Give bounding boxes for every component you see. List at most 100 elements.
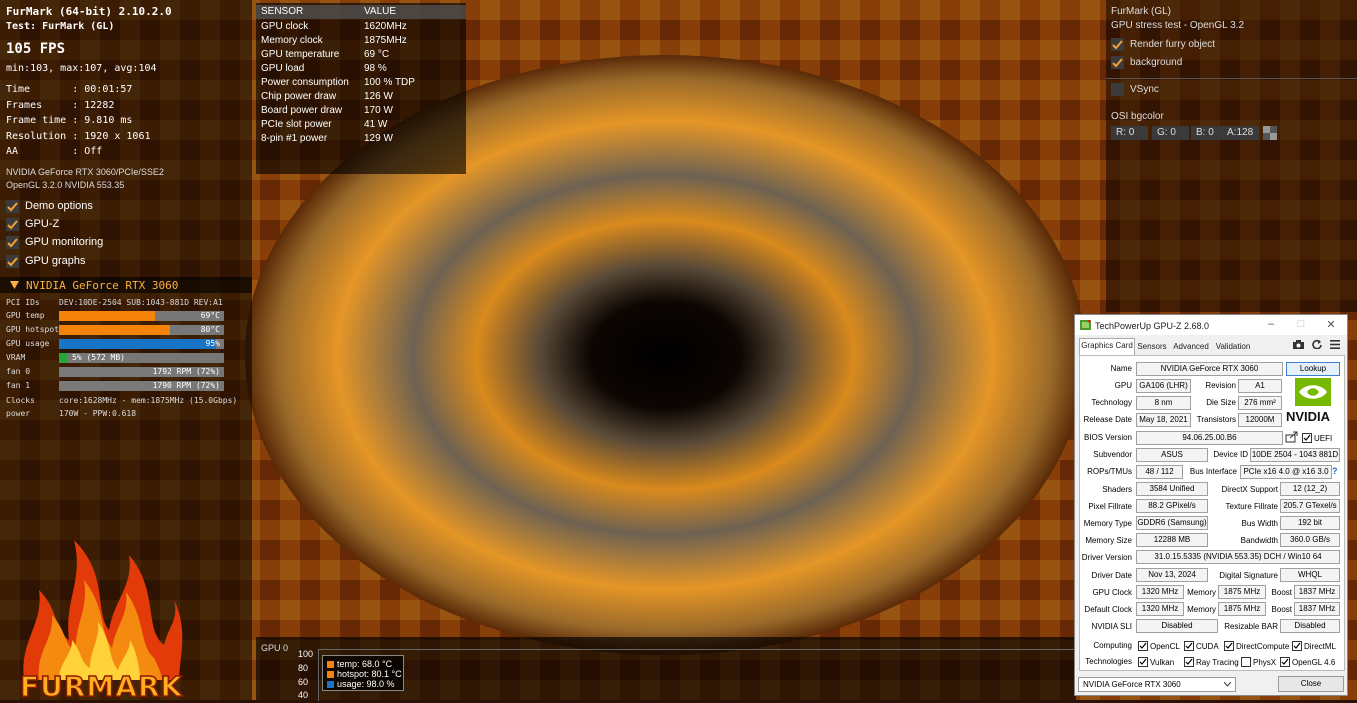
bus-interface-field[interactable]: PCIe x16 4.0 @ x16 3.0 — [1240, 465, 1332, 479]
checkbox-checked-icon[interactable] — [1292, 641, 1302, 651]
memory-clock-field[interactable]: 1875 MHz — [1218, 585, 1266, 599]
menu-icon[interactable] — [1330, 340, 1340, 349]
camera-icon[interactable] — [1293, 340, 1304, 349]
directx-field[interactable]: 12 (12_2) — [1280, 482, 1340, 496]
help-icon[interactable]: ? — [1332, 466, 1338, 476]
table-row: GPU load 98 % — [256, 62, 466, 76]
computing-directcompute[interactable]: DirectCompute — [1224, 641, 1289, 651]
chevron-down-icon[interactable] — [1224, 682, 1231, 687]
checkbox-unchecked-icon[interactable] — [1241, 657, 1251, 667]
pixel-fillrate-field[interactable]: 88.2 GPixel/s — [1136, 499, 1208, 513]
texture-fillrate-field[interactable]: 205.7 GTexel/s — [1280, 499, 1340, 513]
name-label: Name — [1110, 364, 1132, 373]
option-gpu-monitoring[interactable]: GPU monitoring — [6, 234, 103, 250]
bar-label: fan 0 — [6, 367, 31, 376]
close-icon[interactable]: ✕ — [1321, 318, 1341, 332]
checkbox-checked-icon[interactable] — [6, 235, 19, 249]
uefi-checkbox[interactable]: UEFI — [1302, 433, 1332, 443]
technology-vulkan[interactable]: Vulkan — [1138, 657, 1174, 667]
checkbox-checked-icon[interactable] — [1302, 433, 1312, 443]
gpu-clock-label: GPU Clock — [1092, 588, 1132, 597]
technology-field[interactable]: 8 nm — [1136, 396, 1191, 410]
computing-cuda[interactable]: CUDA — [1184, 641, 1219, 651]
subvendor-field[interactable]: ASUS — [1136, 448, 1208, 462]
gpuz-graphics-card-panel: Name NVIDIA GeForce RTX 3060 Lookup GPU … — [1079, 355, 1345, 671]
gpuz-titlebar[interactable]: TechPowerUp GPU-Z 2.68.0 – □ ✕ — [1075, 315, 1347, 335]
option-gpu-z[interactable]: GPU-Z — [6, 216, 59, 232]
bios-version-field[interactable]: 94.06.25.00.B6 — [1136, 431, 1283, 445]
technology-opengl[interactable]: OpenGL 4.6 — [1280, 657, 1335, 667]
checkbox-checked-icon[interactable] — [6, 254, 19, 268]
bgcolor-a-input[interactable]: A:128 — [1222, 126, 1259, 140]
minimize-icon[interactable]: – — [1261, 318, 1281, 332]
refresh-icon[interactable] — [1312, 339, 1322, 349]
checkbox-checked-icon[interactable] — [1138, 641, 1148, 651]
driver-date-field[interactable]: Nov 13, 2024 — [1136, 568, 1208, 582]
table-row: GPU clock 1620MHz — [256, 20, 466, 34]
computing-directml[interactable]: DirectML — [1292, 641, 1336, 651]
revision-field[interactable]: A1 — [1238, 379, 1282, 393]
tab-sensors[interactable]: Sensors — [1135, 340, 1169, 354]
gpu-field[interactable]: GA106 (LHR) — [1136, 379, 1191, 393]
option-demo-options[interactable]: Demo options — [6, 198, 93, 214]
computing-item-label: OpenCL — [1150, 641, 1180, 651]
default-boost-field[interactable]: 1837 MHz — [1294, 602, 1340, 616]
technology-physx[interactable]: PhysX — [1241, 657, 1276, 667]
gpu-header[interactable]: NVIDIA GeForce RTX 3060 — [0, 277, 252, 293]
share-icon[interactable] — [1285, 431, 1298, 443]
default-memory-field[interactable]: 1875 MHz — [1218, 602, 1266, 616]
die-size-field[interactable]: 276 mm² — [1238, 396, 1282, 410]
checkbox-checked-icon[interactable] — [1111, 55, 1124, 69]
checkbox-checked-icon[interactable] — [1138, 657, 1148, 667]
name-field[interactable]: NVIDIA GeForce RTX 3060 — [1136, 362, 1283, 376]
checkbox-checked-icon[interactable] — [6, 199, 19, 213]
option-gpu-graphs[interactable]: GPU graphs — [6, 253, 86, 269]
collapse-triangle-icon[interactable] — [10, 281, 19, 289]
bar-label: GPU hotspot — [6, 325, 59, 334]
checkbox-checked-icon[interactable] — [1280, 657, 1290, 667]
bgcolor-r-input[interactable]: R: 0 — [1111, 126, 1148, 140]
close-button[interactable]: Close — [1278, 676, 1344, 692]
tab-advanced[interactable]: Advanced — [1171, 340, 1211, 354]
directx-label: DirectX Support — [1221, 485, 1278, 494]
technology-ray-tracing[interactable]: Ray Tracing — [1184, 657, 1239, 667]
release-date-field[interactable]: May 18, 2021 — [1136, 413, 1191, 427]
transistors-field[interactable]: 12000M — [1238, 413, 1282, 427]
tab-graphics-card[interactable]: Graphics Card — [1079, 338, 1135, 355]
maximize-icon[interactable]: □ — [1291, 318, 1311, 332]
rops-tmus-field[interactable]: 48 / 112 — [1136, 465, 1183, 479]
sli-field[interactable]: Disabled — [1136, 619, 1218, 633]
device-id-field[interactable]: 10DE 2504 - 1043 881D — [1250, 448, 1340, 462]
memory-size-field[interactable]: 12288 MB — [1136, 533, 1208, 547]
lookup-button[interactable]: Lookup — [1286, 362, 1340, 376]
bus-interface-label: Bus Interface — [1189, 467, 1237, 476]
memory-type-field[interactable]: GDDR6 (Samsung) — [1136, 516, 1208, 530]
checker-swatch-icon[interactable] — [1263, 126, 1277, 140]
bus-width-field[interactable]: 192 bit — [1280, 516, 1340, 530]
checkbox-checked-icon[interactable] — [1184, 657, 1194, 667]
computing-opencl[interactable]: OpenCL — [1138, 641, 1180, 651]
resizable-bar-field[interactable]: Disabled — [1280, 619, 1340, 633]
gpu-selector-dropdown[interactable]: NVIDIA GeForce RTX 3060 — [1078, 677, 1236, 692]
checkbox-checked-icon[interactable] — [1184, 641, 1194, 651]
bar-text: 69°C — [200, 311, 220, 320]
checkbox-unchecked-icon[interactable] — [1111, 82, 1124, 96]
check-background[interactable]: background — [1111, 54, 1182, 70]
shaders-field[interactable]: 3584 Unified — [1136, 482, 1208, 496]
digital-signature-field[interactable]: WHQL — [1280, 568, 1340, 582]
checkbox-checked-icon[interactable] — [1224, 641, 1234, 651]
sensor-name: Memory clock — [261, 35, 323, 46]
checkbox-checked-icon[interactable] — [1111, 37, 1124, 51]
check-vsync[interactable]: VSync — [1111, 81, 1159, 97]
bgcolor-g-input[interactable]: G: 0 — [1152, 126, 1189, 140]
checkbox-checked-icon[interactable] — [6, 217, 19, 231]
default-clock-field[interactable]: 1320 MHz — [1136, 602, 1184, 616]
sensor-name: 8-pin #1 power — [261, 133, 328, 144]
vram-bar: 5% (572 MB) — [59, 353, 224, 363]
driver-version-field[interactable]: 31.0.15.5335 (NVIDIA 553.35) DCH / Win10… — [1136, 550, 1340, 564]
boost-clock-field[interactable]: 1837 MHz — [1294, 585, 1340, 599]
bandwidth-field[interactable]: 360.0 GB/s — [1280, 533, 1340, 547]
gpu-clock-field[interactable]: 1320 MHz — [1136, 585, 1184, 599]
tab-validation[interactable]: Validation — [1213, 340, 1253, 354]
check-render-furry-object[interactable]: Render furry object — [1111, 36, 1215, 52]
